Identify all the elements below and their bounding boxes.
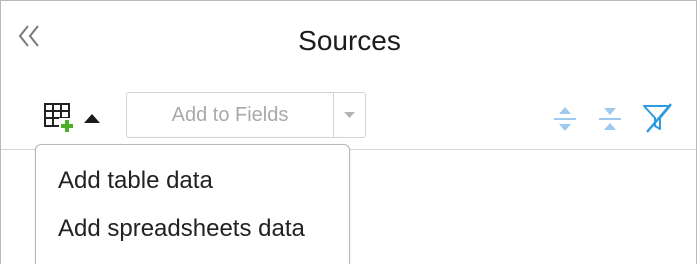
filter-off-icon [643,103,672,133]
add-to-fields-combo[interactable]: Add to Fields [126,92,366,138]
add-data-menu-button[interactable] [41,101,105,133]
caret-up-icon [84,114,100,123]
add-to-fields-button[interactable]: Add to Fields [127,93,333,137]
add-to-fields-dropdown-button[interactable] [334,93,365,137]
expand-all-button[interactable] [552,104,578,134]
collapse-all-button[interactable] [597,104,623,134]
chevron-down-icon [344,112,355,118]
table-add-icon [44,103,75,133]
panel-title: Sources [298,25,401,56]
menu-item-add-table-data[interactable]: Add table data [58,166,213,196]
collapse-vertical-icon [599,108,621,130]
sources-panel: Sources Add to Fields Add table data Add… [0,0,697,264]
menu-item-add-spreadsheets-data[interactable]: Add spreadsheets data [58,214,305,244]
clear-filter-button[interactable] [641,101,675,135]
add-data-dropdown-menu: Add table data Add spreadsheets data [35,144,350,264]
expand-vertical-icon [554,107,576,131]
